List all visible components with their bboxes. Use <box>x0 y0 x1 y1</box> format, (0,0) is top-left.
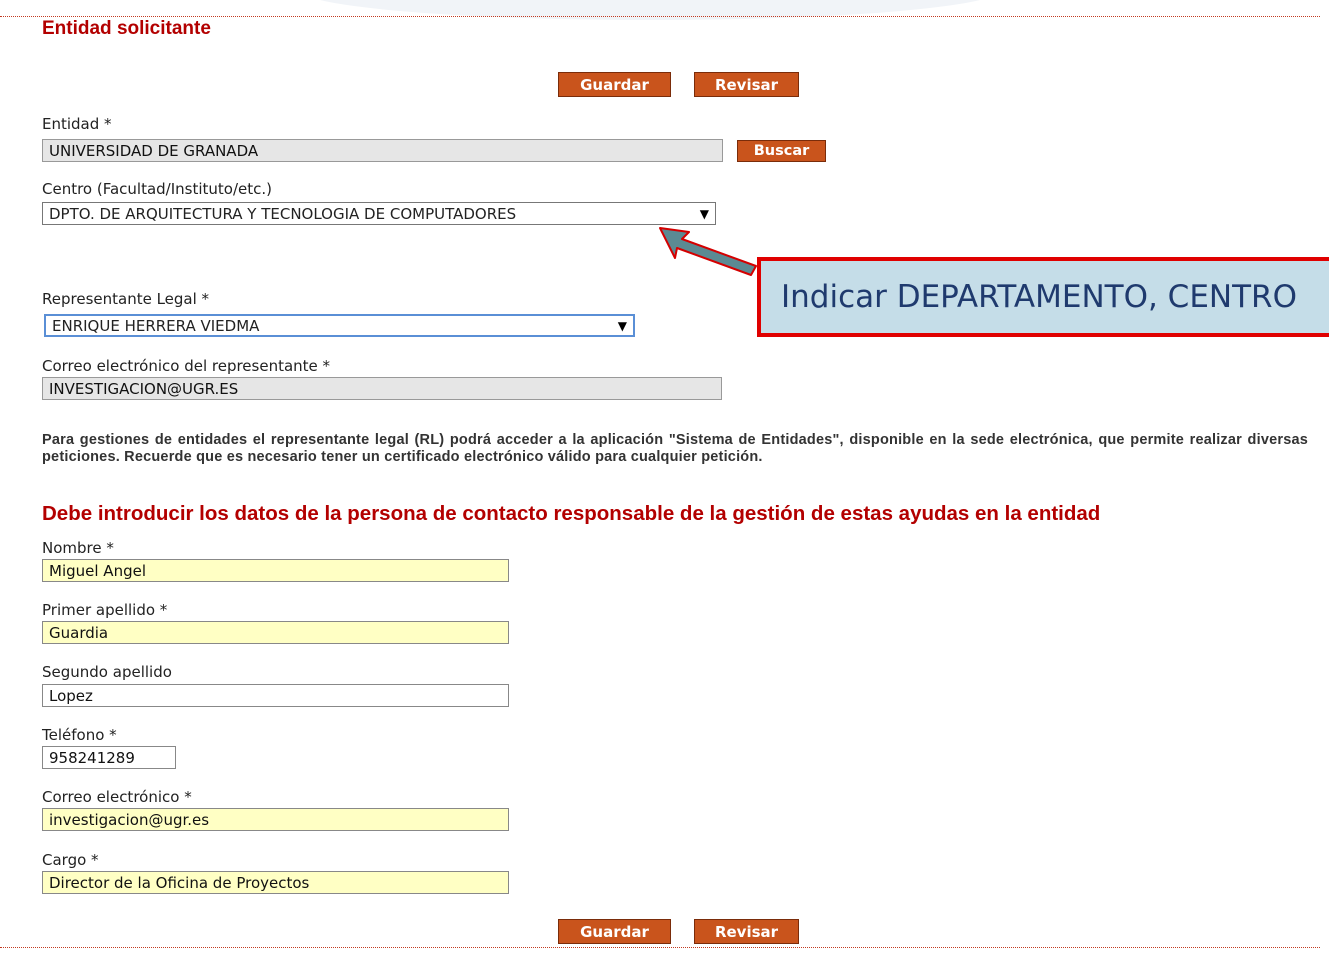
review-button-bottom[interactable]: Revisar <box>694 919 799 944</box>
nombre-label: Nombre * <box>42 539 114 557</box>
representante-select[interactable]: ENRIQUE HERRERA VIEDMA ▼ <box>44 314 635 337</box>
entidad-input[interactable]: UNIVERSIDAD DE GRANADA <box>42 139 723 162</box>
save-button-top[interactable]: Guardar <box>558 72 671 97</box>
correo-label: Correo electrónico * <box>42 788 192 806</box>
section-title: Entidad solicitante <box>42 18 211 39</box>
bottom-divider <box>0 947 1320 948</box>
centro-select[interactable]: DPTO. DE ARQUITECTURA Y TECNOLOGIA DE CO… <box>42 202 716 225</box>
search-button[interactable]: Buscar <box>737 140 826 162</box>
nombre-input[interactable]: Miguel Angel <box>42 559 509 582</box>
cargo-input[interactable]: Director de la Oficina de Proyectos <box>42 871 509 894</box>
callout-arrow-icon <box>659 227 757 276</box>
info-paragraph: Para gestiones de entidades el represent… <box>42 432 1308 465</box>
entidad-label: Entidad * <box>42 115 112 133</box>
primer-apellido-input[interactable]: Guardia <box>42 621 509 644</box>
background-watermark <box>300 0 1000 20</box>
contact-heading: Debe introducir los datos de la persona … <box>42 502 1101 525</box>
telefono-input[interactable]: 958241289 <box>42 746 176 769</box>
correo-input[interactable]: investigacion@ugr.es <box>42 808 509 831</box>
correo-representante-input[interactable]: INVESTIGACION@UGR.ES <box>42 377 722 400</box>
telefono-label: Teléfono * <box>42 726 117 744</box>
top-divider <box>0 16 1320 17</box>
cargo-label: Cargo * <box>42 851 99 869</box>
segundo-apellido-input[interactable]: Lopez <box>42 684 509 707</box>
review-button-top[interactable]: Revisar <box>694 72 799 97</box>
centro-select-value: DPTO. DE ARQUITECTURA Y TECNOLOGIA DE CO… <box>49 204 517 223</box>
correo-representante-label: Correo electrónico del representante * <box>42 357 331 375</box>
callout-text: Indicar DEPARTAMENTO, CENTRO <box>781 279 1297 315</box>
representante-label: Representante Legal * <box>42 290 210 308</box>
representante-select-value: ENRIQUE HERRERA VIEDMA <box>52 316 260 335</box>
annotation-callout: Indicar DEPARTAMENTO, CENTRO <box>757 257 1329 337</box>
save-button-bottom[interactable]: Guardar <box>558 919 671 944</box>
dropdown-arrow-icon: ▼ <box>699 206 709 221</box>
primer-apellido-label: Primer apellido * <box>42 601 168 619</box>
dropdown-arrow-icon: ▼ <box>617 318 627 333</box>
segundo-apellido-label: Segundo apellido <box>42 663 172 681</box>
centro-label: Centro (Facultad/Instituto/etc.) <box>42 180 273 198</box>
